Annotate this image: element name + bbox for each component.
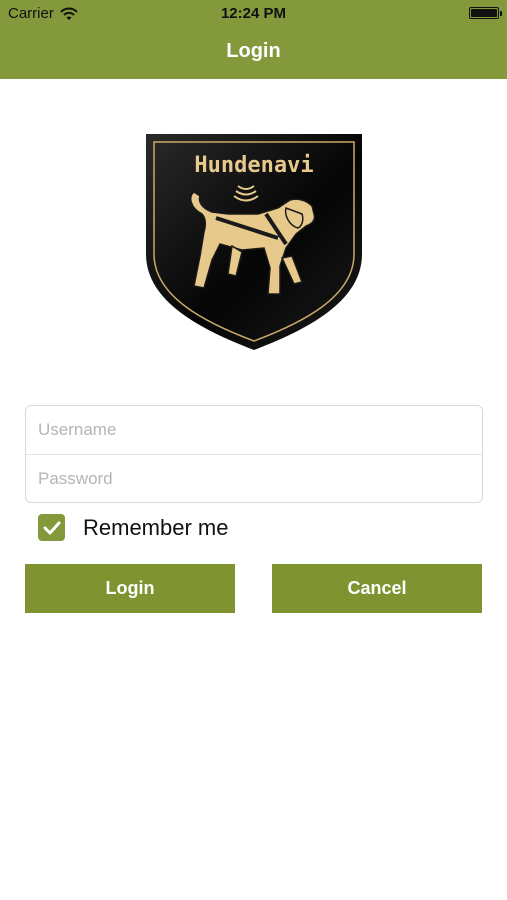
- login-form: [25, 405, 483, 503]
- status-bar: Carrier 12:24 PM: [0, 0, 507, 28]
- hundenavi-logo: Hundenavi: [146, 134, 362, 350]
- remember-me-checkbox[interactable]: [38, 514, 65, 541]
- battery-level: [471, 9, 497, 17]
- page-title: Login: [226, 40, 281, 62]
- cancel-button[interactable]: Cancel: [272, 564, 482, 613]
- status-time: 12:24 PM: [220, 5, 287, 22]
- remember-me-label: Remember me: [83, 514, 229, 540]
- nav-header: Carrier 12:24 PM Login: [0, 0, 507, 79]
- password-field[interactable]: [26, 455, 482, 503]
- battery-icon: [469, 7, 502, 19]
- logo-text: Hundenavi: [194, 153, 313, 178]
- remember-me-row[interactable]: Remember me: [38, 514, 228, 541]
- login-button[interactable]: Login: [25, 564, 235, 613]
- username-field[interactable]: [26, 406, 482, 454]
- checkmark-icon: [43, 521, 60, 534]
